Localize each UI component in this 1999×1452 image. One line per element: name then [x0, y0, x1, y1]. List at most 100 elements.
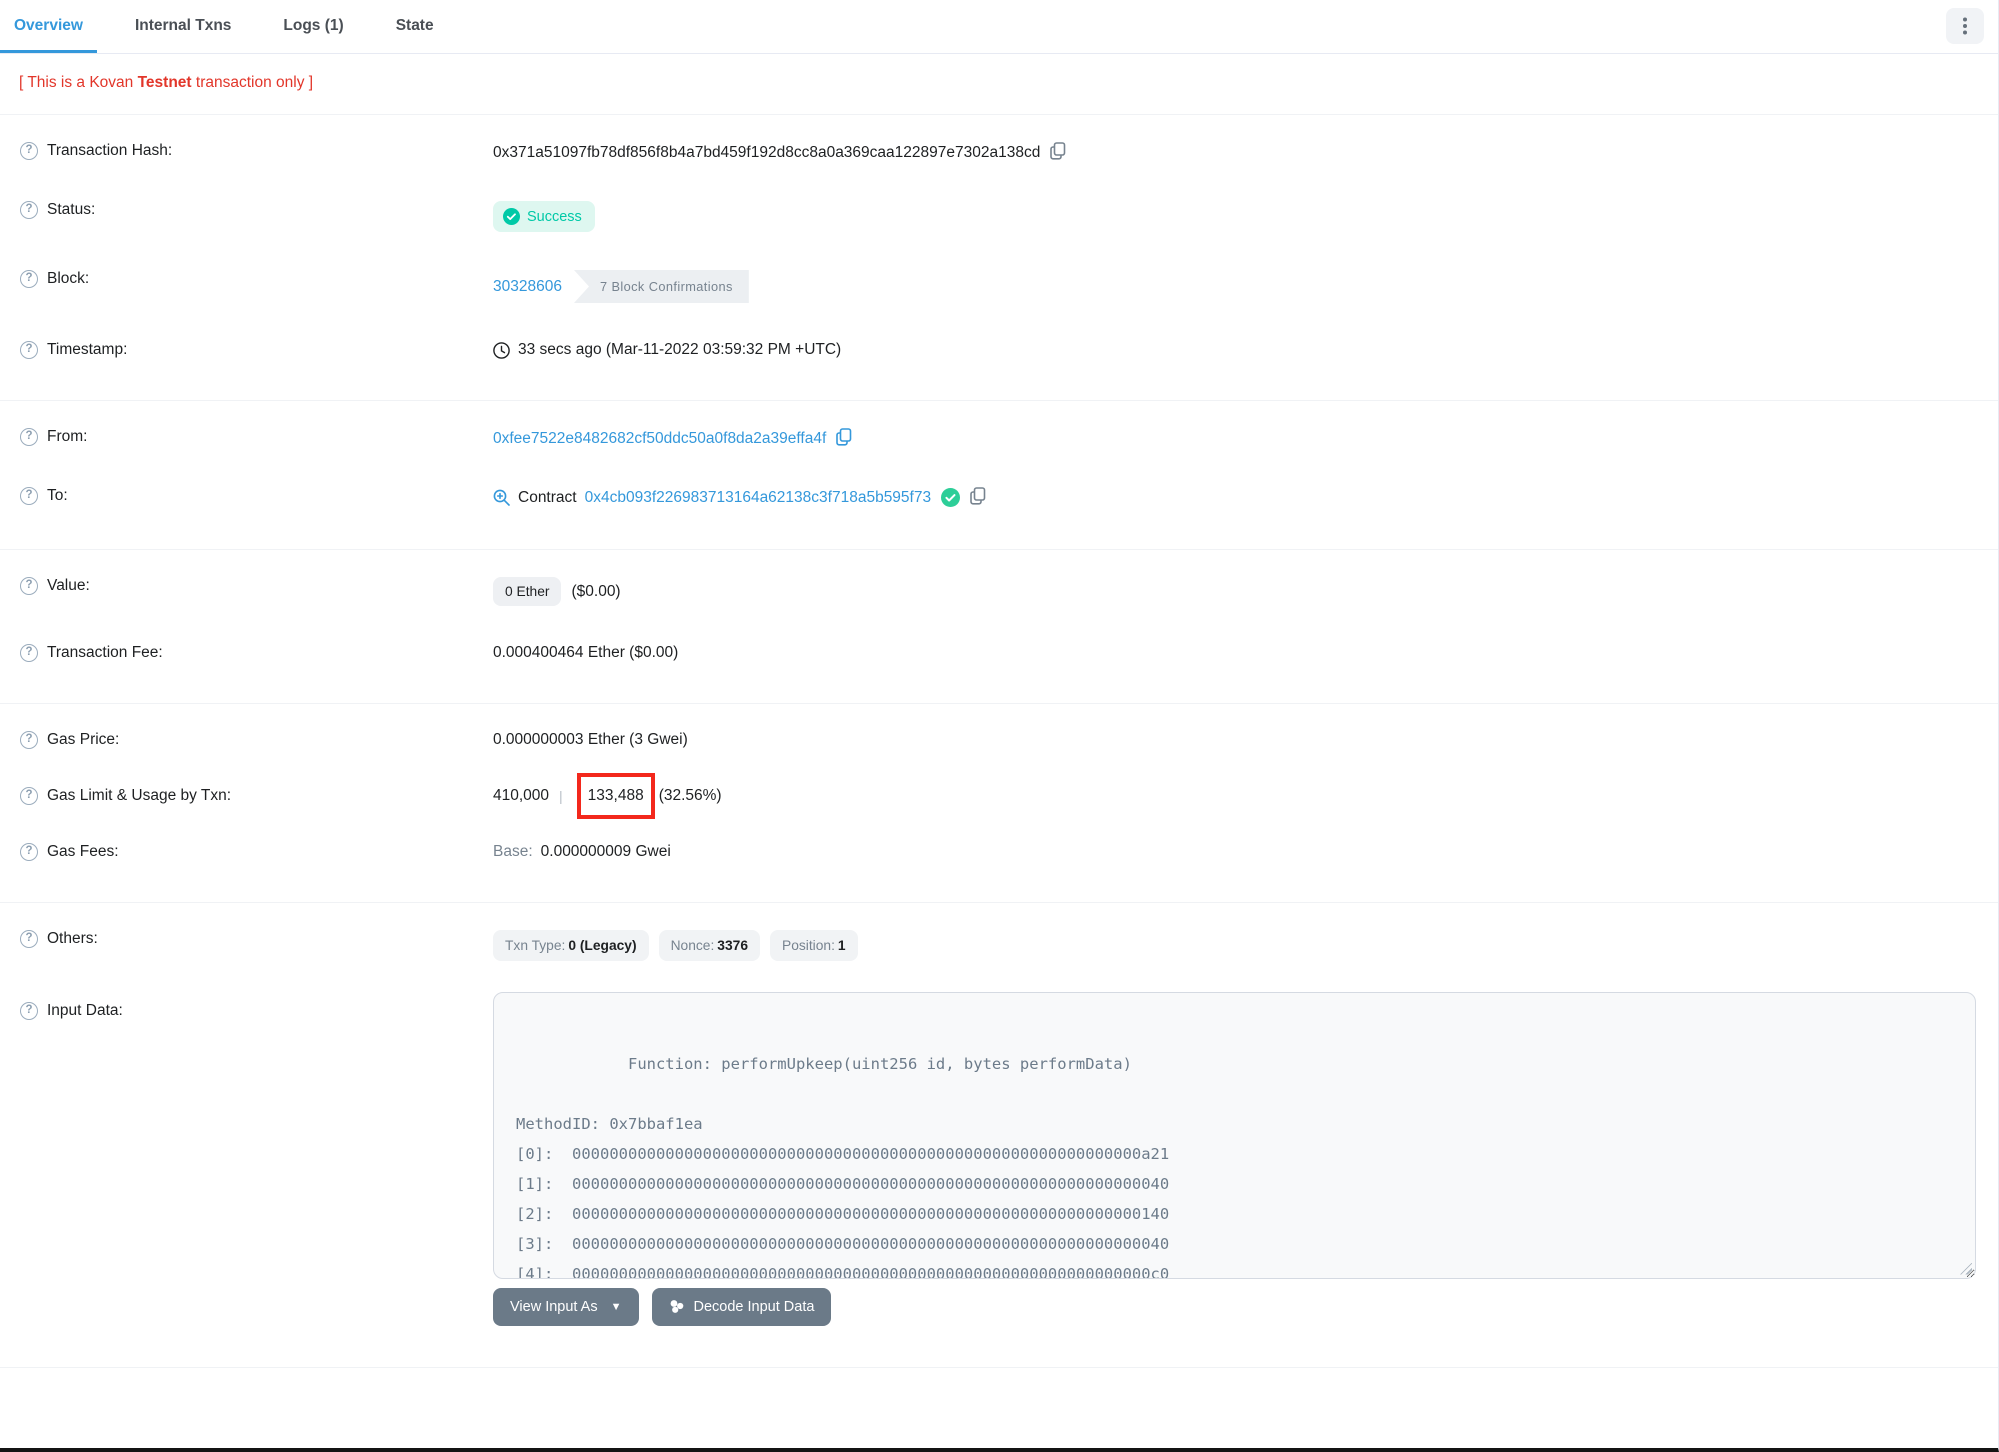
row-block: ? Block: 30328606 7 Block Confirmations: [0, 251, 1998, 322]
base-fee-label: Base:: [493, 842, 533, 860]
help-icon[interactable]: ?: [20, 270, 38, 288]
help-icon[interactable]: ?: [20, 577, 38, 595]
input-data-textarea[interactable]: Function: performUpkeep(uint256 id, byte…: [493, 991, 1976, 1279]
tab-state[interactable]: State: [382, 0, 448, 53]
resize-handle[interactable]: [1960, 1262, 1972, 1275]
value-badge: 0 Ether: [493, 577, 562, 606]
decode-input-data-button[interactable]: Decode Input Data: [651, 1287, 832, 1326]
timestamp-label: Timestamp:: [47, 341, 128, 358]
copy-icon: [1050, 142, 1066, 163]
row-value: ? Value: 0 Ether ($0.00): [0, 558, 1998, 625]
gas-used-percent: (32.56%): [658, 786, 722, 804]
value-usd: ($0.00): [571, 582, 621, 600]
txn-type-value: 0 (Legacy): [568, 937, 637, 953]
txn-type-label: Txn Type:: [505, 937, 566, 953]
base-fee-value: 0.000000009 Gwei: [540, 842, 671, 860]
position-label: Position:: [782, 937, 835, 953]
tab-logs[interactable]: Logs (1): [269, 0, 357, 53]
help-icon[interactable]: ?: [20, 929, 38, 948]
copy-icon: [970, 487, 986, 508]
help-icon[interactable]: ?: [20, 1001, 38, 1020]
copy-from-button[interactable]: [836, 428, 852, 449]
from-label: From:: [47, 428, 88, 445]
to-address-link[interactable]: 0x4cb093f226983713164a62138c3f718a5b595f…: [585, 489, 932, 507]
timestamp-value: 33 secs ago (Mar-11-2022 03:59:32 PM +UT…: [518, 341, 842, 358]
gas-fees-label: Gas Fees:: [47, 842, 119, 860]
row-from: ? From: 0xfee7522e8482682cf50ddc50a0f8da…: [0, 409, 1998, 468]
view-input-as-button[interactable]: View Input As ▼: [493, 1287, 639, 1326]
overview-panel: [ This is a Kovan Testnet transaction on…: [0, 54, 1998, 1448]
position-badge: Position: 1: [770, 929, 858, 961]
clock-icon: [493, 341, 510, 359]
notice-bold: Testnet: [137, 74, 192, 91]
annotation-highlight-box: 133,488: [576, 773, 655, 819]
view-input-as-label: View Input As: [510, 1298, 598, 1315]
chevron-down-icon: ▼: [610, 1300, 622, 1313]
transaction-hash-value: 0x371a51097fb78df856f8b4a7bd459f192d8cc8…: [493, 143, 1041, 161]
transaction-page: Overview Internal Txns Logs (1) State [ …: [0, 0, 1999, 1452]
magnifier-plus-icon[interactable]: [493, 489, 510, 506]
position-value: 1: [837, 937, 846, 953]
more-options-button[interactable]: [1946, 8, 1984, 44]
row-input-data: ? Input Data: Function: performUpkeep(ui…: [0, 980, 1998, 1345]
row-others: ? Others: Txn Type: 0 (Legacy) Nonce: 3376…: [0, 911, 1998, 980]
help-icon[interactable]: ?: [20, 487, 38, 505]
gas-separator: |: [559, 787, 563, 804]
row-status: ? Status: Success: [0, 182, 1998, 251]
gas-price-value: 0.000000003 Ether (3 Gwei): [493, 731, 688, 748]
gas-price-label: Gas Price:: [47, 731, 120, 748]
tab-internal-txns[interactable]: Internal Txns: [121, 0, 245, 53]
nonce-badge: Nonce: 3376: [658, 929, 760, 961]
help-icon[interactable]: ?: [20, 428, 38, 446]
row-to: ? To: Contract 0x4cb093f226983713164a621…: [0, 468, 1998, 527]
status-badge: Success: [493, 201, 595, 232]
help-icon[interactable]: ?: [20, 201, 38, 219]
row-gas-fees: ? Gas Fees: Base: 0.000000009 Gwei: [0, 831, 1998, 880]
nonce-value: 3376: [717, 937, 748, 953]
status-text: Success: [527, 208, 582, 225]
others-label: Others:: [47, 929, 98, 947]
decode-input-data-label: Decode Input Data: [693, 1298, 815, 1315]
kebab-icon: [1963, 17, 1967, 35]
to-type: Contract: [518, 488, 577, 506]
block-confirmations-badge: 7 Block Confirmations: [573, 270, 749, 303]
success-check-icon: [503, 208, 520, 225]
block-number-link[interactable]: 30328606: [493, 278, 562, 296]
nonce-label: Nonce:: [670, 937, 715, 953]
status-label: Status:: [47, 201, 96, 218]
gas-limit-label: Gas Limit & Usage by Txn:: [47, 786, 232, 804]
help-icon[interactable]: ?: [20, 786, 38, 805]
notice-suffix: transaction only ]: [191, 74, 314, 91]
help-icon[interactable]: ?: [20, 644, 38, 662]
row-transaction-hash: ? Transaction Hash: 0x371a51097fb78df856…: [0, 123, 1998, 182]
copy-hash-button[interactable]: [1050, 142, 1066, 163]
to-label: To:: [47, 487, 68, 504]
from-address-link[interactable]: 0xfee7522e8482682cf50ddc50a0f8da2a39effa…: [493, 430, 826, 448]
row-gas-price: ? Gas Price: 0.000000003 Ether (3 Gwei): [0, 712, 1998, 761]
help-icon[interactable]: ?: [20, 842, 38, 861]
row-transaction-fee: ? Transaction Fee: 0.000400464 Ether ($0…: [0, 625, 1998, 681]
value-label: Value:: [47, 577, 90, 594]
transaction-hash-label: Transaction Hash:: [47, 142, 173, 159]
gas-used-value: 133,488: [587, 787, 644, 804]
verified-check-icon: [941, 488, 961, 507]
gas-limit-value: 410,000: [493, 786, 550, 804]
decode-icon: [669, 1299, 685, 1314]
copy-to-button[interactable]: [970, 487, 986, 508]
block-label: Block:: [47, 270, 90, 287]
tab-overview[interactable]: Overview: [0, 0, 97, 53]
help-icon[interactable]: ?: [20, 341, 38, 359]
transaction-fee-value: 0.000400464 Ether ($0.00): [493, 644, 679, 661]
testnet-notice: [ This is a Kovan Testnet transaction on…: [0, 54, 1998, 92]
notice-prefix: [ This is a Kovan: [19, 74, 138, 91]
help-icon[interactable]: ?: [20, 142, 38, 160]
divider: [0, 1366, 1998, 1368]
tab-bar: Overview Internal Txns Logs (1) State: [0, 0, 1998, 54]
row-gas-limit-usage: ? Gas Limit & Usage by Txn: 410,000 | 13…: [0, 761, 1998, 831]
txn-type-badge: Txn Type: 0 (Legacy): [493, 929, 649, 961]
copy-icon: [836, 428, 852, 449]
row-timestamp: ? Timestamp: 33 secs ago (Mar-11-2022 03…: [0, 322, 1998, 378]
input-data-label: Input Data:: [47, 1001, 123, 1019]
transaction-fee-label: Transaction Fee:: [47, 644, 163, 661]
help-icon[interactable]: ?: [20, 731, 38, 749]
